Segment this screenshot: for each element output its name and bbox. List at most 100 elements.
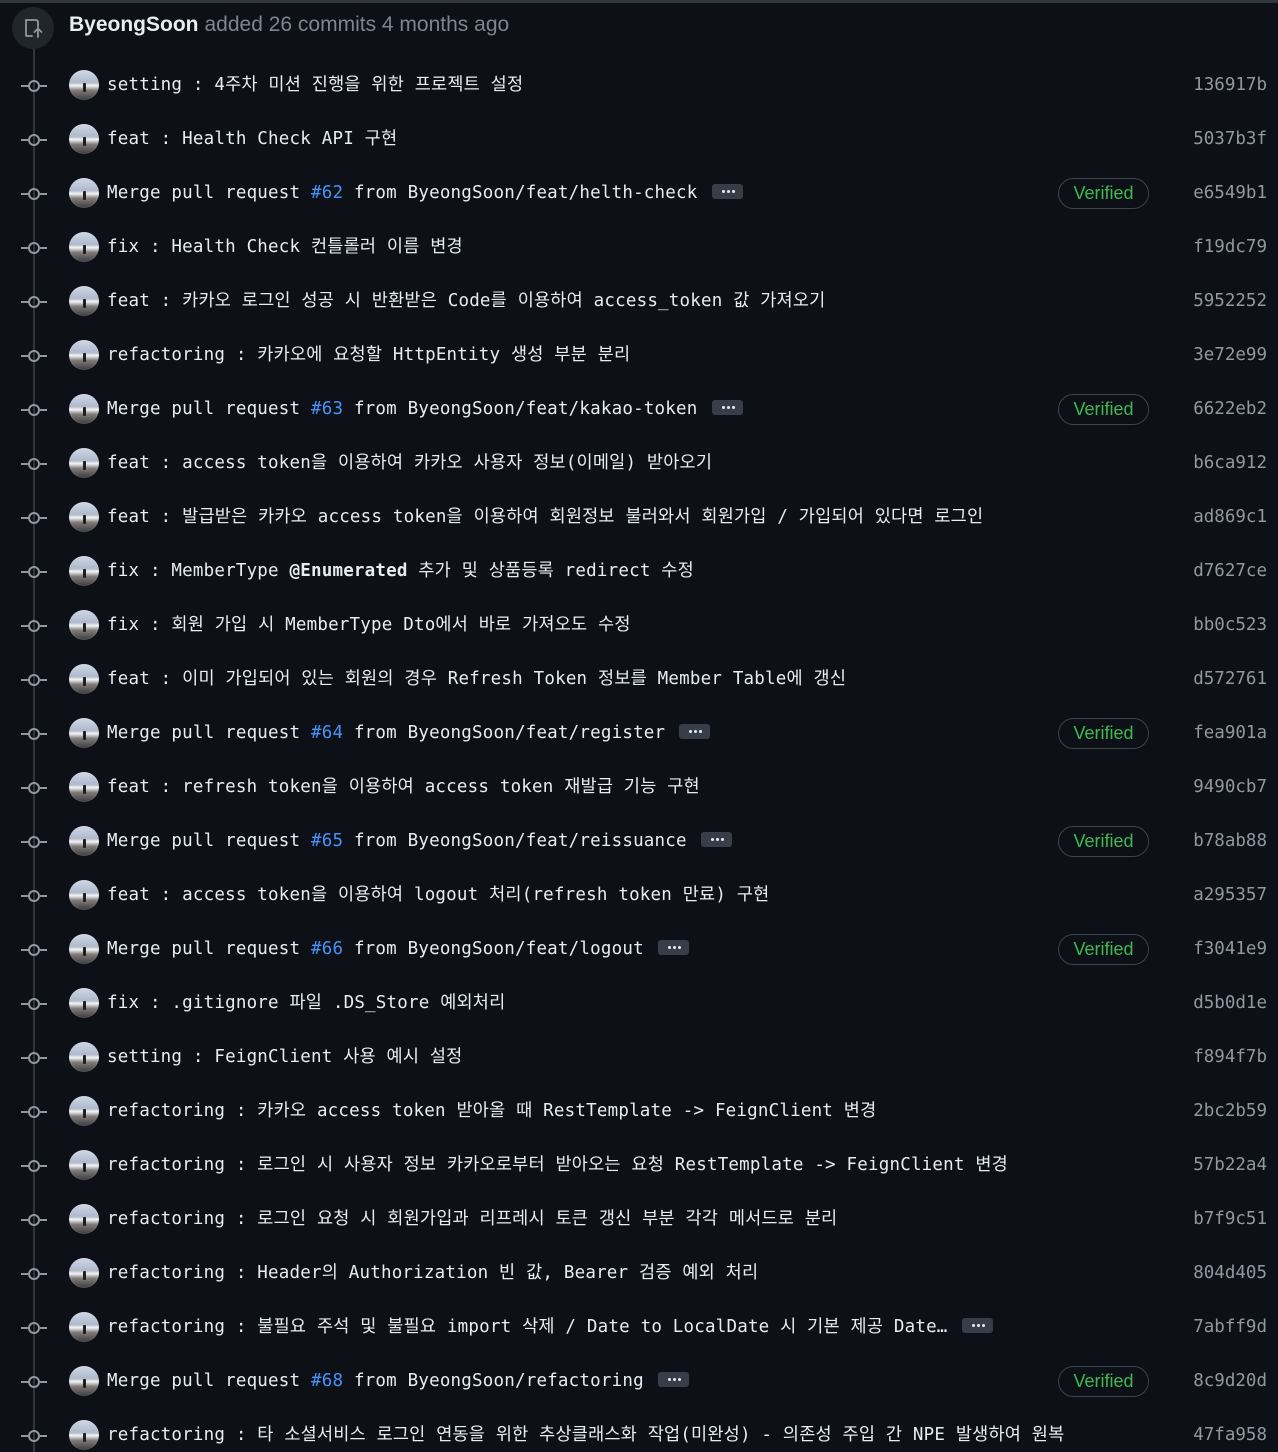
- commit-message[interactable]: feat : 이미 가입되어 있는 회원의 경우 Refresh Token 정…: [107, 667, 846, 691]
- commit-message-text[interactable]: feat : refresh token을 이용하여 access token …: [107, 777, 700, 797]
- avatar[interactable]: [69, 556, 99, 586]
- commit-message-text[interactable]: Merge pull request: [107, 723, 311, 743]
- commit-message-text[interactable]: feat : access token을 이용하여 logout 처리(refr…: [107, 885, 769, 905]
- commit-message-text[interactable]: from ByeongSoon/feat/logout: [343, 939, 644, 959]
- commit-message[interactable]: feat : Health Check API 구현: [107, 127, 397, 151]
- commit-message-text[interactable]: refactoring : 카카오 access token 받아올 때 Res…: [107, 1101, 876, 1121]
- expand-message-button[interactable]: [961, 1317, 993, 1333]
- commit-message-text[interactable]: from ByeongSoon/feat/kakao-token: [343, 399, 697, 419]
- avatar[interactable]: [69, 1312, 99, 1342]
- commit-message-text[interactable]: Merge pull request: [107, 183, 311, 203]
- commit-sha-link[interactable]: 5952252: [1193, 289, 1267, 313]
- commit-message-text[interactable]: Merge pull request: [107, 1371, 311, 1391]
- commit-sha-link[interactable]: 3e72e99: [1193, 343, 1267, 367]
- expand-message-button[interactable]: [711, 183, 743, 199]
- commit-message-text[interactable]: setting : 4주차 미션 진행을 위한 프로젝트 설정: [107, 75, 523, 95]
- commit-sha-link[interactable]: 6622eb2: [1193, 397, 1267, 421]
- commit-sha-link[interactable]: 5037b3f: [1193, 127, 1267, 151]
- commit-sha-link[interactable]: b6ca912: [1193, 451, 1267, 475]
- commit-sha-link[interactable]: 47fa958: [1193, 1423, 1267, 1447]
- commit-sha-link[interactable]: b7f9c51: [1193, 1207, 1267, 1231]
- avatar[interactable]: [69, 232, 99, 262]
- commit-sha-link[interactable]: f894f7b: [1193, 1045, 1267, 1069]
- avatar[interactable]: [69, 1204, 99, 1234]
- commit-message-text[interactable]: refactoring : Header의 Authorization 빈 값,…: [107, 1263, 758, 1283]
- commit-message-text[interactable]: refactoring : 타 소셜서비스 로그인 연동을 위한 추상클래스화 …: [107, 1425, 1064, 1445]
- commit-sha-link[interactable]: 2bc2b59: [1193, 1099, 1267, 1123]
- commit-message[interactable]: feat : access token을 이용하여 카카오 사용자 정보(이메일…: [107, 451, 712, 475]
- commit-message-text[interactable]: feat : 이미 가입되어 있는 회원의 경우 Refresh Token 정…: [107, 669, 846, 689]
- commit-message-text[interactable]: Merge pull request: [107, 399, 311, 419]
- expand-message-button[interactable]: [657, 1371, 689, 1387]
- avatar[interactable]: [69, 718, 99, 748]
- commit-message[interactable]: Merge pull request #64 from ByeongSoon/f…: [107, 721, 711, 745]
- commit-message-text[interactable]: from ByeongSoon/refactoring: [343, 1371, 644, 1391]
- avatar[interactable]: [69, 1150, 99, 1180]
- commit-sha-link[interactable]: 7abff9d: [1193, 1315, 1267, 1339]
- avatar[interactable]: [69, 124, 99, 154]
- avatar[interactable]: [69, 70, 99, 100]
- commit-message-text[interactable]: from ByeongSoon/feat/reissuance: [343, 831, 687, 851]
- avatar[interactable]: [69, 988, 99, 1018]
- commit-sha-link[interactable]: 8c9d20d: [1193, 1369, 1267, 1393]
- avatar[interactable]: [69, 1096, 99, 1126]
- commit-sha-link[interactable]: fea901a: [1193, 721, 1267, 745]
- commit-sha-link[interactable]: 9490cb7: [1193, 775, 1267, 799]
- commit-message[interactable]: refactoring : 로그인 시 사용자 정보 카카오로부터 받아오는 요…: [107, 1153, 1008, 1177]
- commit-sha-link[interactable]: a295357: [1193, 883, 1267, 907]
- avatar[interactable]: [69, 1258, 99, 1288]
- verified-badge[interactable]: Verified: [1058, 718, 1149, 749]
- commit-message-text[interactable]: refactoring : 로그인 요청 시 회원가입과 리프레시 토큰 갱신 …: [107, 1209, 837, 1229]
- avatar[interactable]: [69, 1042, 99, 1072]
- pull-request-link[interactable]: #62: [311, 183, 343, 203]
- avatar[interactable]: [69, 934, 99, 964]
- avatar[interactable]: [69, 178, 99, 208]
- commit-message[interactable]: feat : refresh token을 이용하여 access token …: [107, 775, 700, 799]
- commit-message[interactable]: Merge pull request #65 from ByeongSoon/f…: [107, 829, 732, 853]
- commit-sha-link[interactable]: d5b0d1e: [1193, 991, 1267, 1015]
- commit-message[interactable]: Merge pull request #68 from ByeongSoon/r…: [107, 1369, 689, 1393]
- commit-message[interactable]: refactoring : 타 소셜서비스 로그인 연동을 위한 추상클래스화 …: [107, 1423, 1064, 1447]
- commit-sha-link[interactable]: 136917b: [1193, 73, 1267, 97]
- avatar[interactable]: [69, 1420, 99, 1450]
- commit-message-text[interactable]: feat : 발급받은 카카오 access token을 이용하여 회원정보 …: [107, 507, 983, 527]
- commit-message[interactable]: setting : 4주차 미션 진행을 위한 프로젝트 설정: [107, 73, 523, 97]
- commit-sha-link[interactable]: d7627ce: [1193, 559, 1267, 583]
- pull-request-link[interactable]: #66: [311, 939, 343, 959]
- expand-message-button[interactable]: [711, 399, 743, 415]
- commit-message-text[interactable]: 추가 및 상품등록 redirect 수정: [408, 561, 694, 581]
- avatar[interactable]: [69, 448, 99, 478]
- commit-message[interactable]: refactoring : 카카오 access token 받아올 때 Res…: [107, 1099, 876, 1123]
- commit-sha-link[interactable]: d572761: [1193, 667, 1267, 691]
- commit-message[interactable]: refactoring : Header의 Authorization 빈 값,…: [107, 1261, 758, 1285]
- commit-message-text[interactable]: from ByeongSoon/feat/helth-check: [343, 183, 697, 203]
- commit-message-text[interactable]: Merge pull request: [107, 939, 311, 959]
- commit-message[interactable]: fix : 회원 가입 시 MemberType Dto에서 바로 가져오도 수…: [107, 613, 631, 637]
- commit-sha-link[interactable]: 804d405: [1193, 1261, 1267, 1285]
- avatar[interactable]: [69, 880, 99, 910]
- commit-message[interactable]: refactoring : 로그인 요청 시 회원가입과 리프레시 토큰 갱신 …: [107, 1207, 837, 1231]
- commit-message[interactable]: refactoring : 카카오에 요청할 HttpEntity 생성 부분 …: [107, 343, 630, 367]
- verified-badge[interactable]: Verified: [1058, 1366, 1149, 1397]
- expand-message-button[interactable]: [657, 939, 689, 955]
- commit-sha-link[interactable]: f3041e9: [1193, 937, 1267, 961]
- pull-request-link[interactable]: #65: [311, 831, 343, 851]
- avatar[interactable]: [69, 664, 99, 694]
- author-link[interactable]: ByeongSoon: [69, 13, 199, 36]
- commit-message[interactable]: setting : FeignClient 사용 예시 설정: [107, 1045, 462, 1069]
- commit-message-text[interactable]: feat : 카카오 로그인 성공 시 반환받은 Code를 이용하여 acce…: [107, 291, 825, 311]
- verified-badge[interactable]: Verified: [1058, 934, 1149, 965]
- pull-request-link[interactable]: #64: [311, 723, 343, 743]
- commit-message-text[interactable]: fix : MemberType: [107, 561, 290, 581]
- commit-message-text[interactable]: fix : .gitignore 파일 .DS_Store 예외처리: [107, 993, 505, 1013]
- avatar[interactable]: [69, 826, 99, 856]
- avatar[interactable]: [69, 772, 99, 802]
- commit-message[interactable]: feat : 카카오 로그인 성공 시 반환받은 Code를 이용하여 acce…: [107, 289, 825, 313]
- commit-message-text[interactable]: refactoring : 로그인 시 사용자 정보 카카오로부터 받아오는 요…: [107, 1155, 1008, 1175]
- commit-message[interactable]: feat : 발급받은 카카오 access token을 이용하여 회원정보 …: [107, 505, 983, 529]
- avatar[interactable]: [69, 286, 99, 316]
- commit-sha-link[interactable]: e6549b1: [1193, 181, 1267, 205]
- pull-request-link[interactable]: #68: [311, 1371, 343, 1391]
- commit-message[interactable]: Merge pull request #66 from ByeongSoon/f…: [107, 937, 689, 961]
- commit-message[interactable]: fix : .gitignore 파일 .DS_Store 예외처리: [107, 991, 505, 1015]
